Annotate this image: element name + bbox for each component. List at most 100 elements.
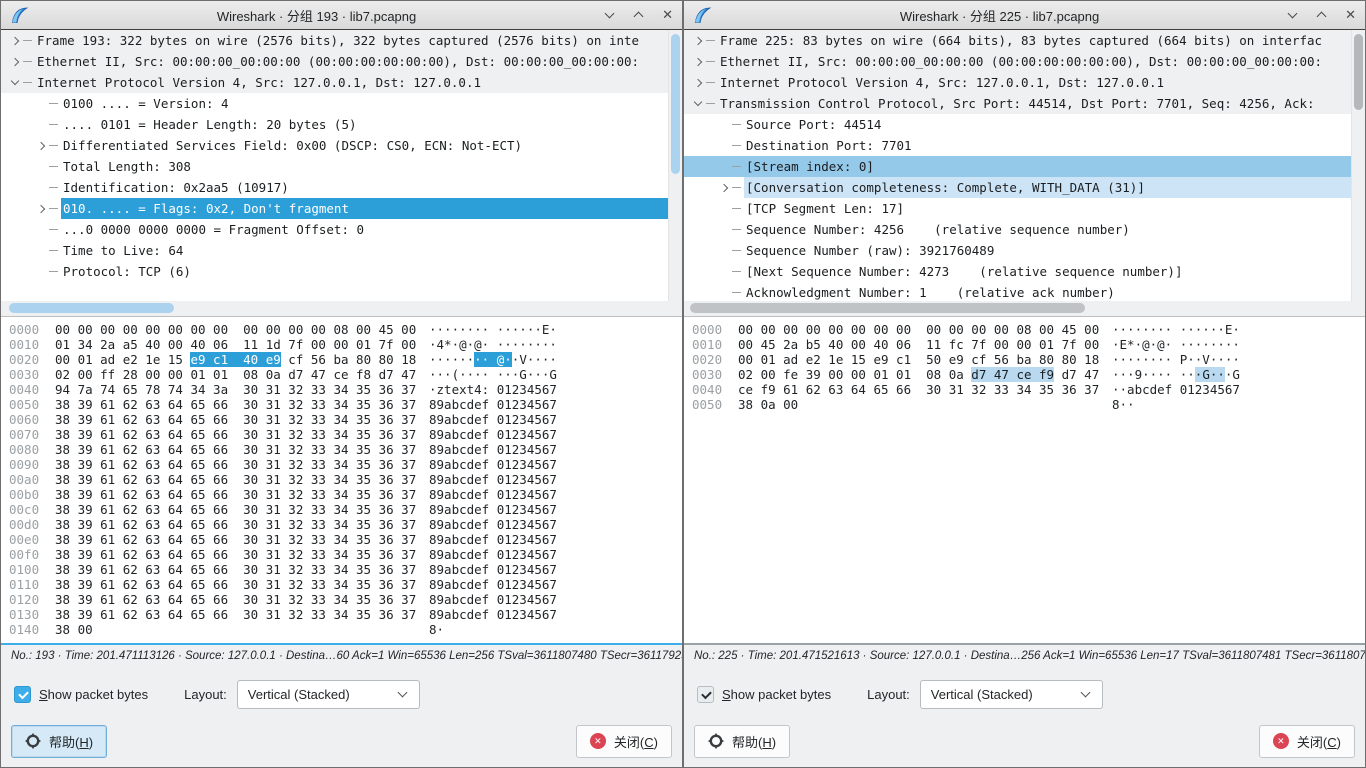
hex-row[interactable]: 005038 0a 008·· bbox=[692, 397, 1365, 412]
hex-row[interactable]: 00b038 39 61 62 63 64 65 66 30 31 32 33 … bbox=[9, 487, 682, 502]
hex-row[interactable]: 010038 39 61 62 63 64 65 66 30 31 32 33 … bbox=[9, 562, 682, 577]
show-packet-bytes-checkbox[interactable] bbox=[14, 686, 31, 703]
hex-bytes[interactable]: 02 00 ff 28 00 00 01 01 08 0a d7 47 ce f… bbox=[55, 367, 429, 382]
help-button[interactable]: 帮助(H) bbox=[11, 725, 107, 758]
hex-ascii[interactable]: 89abcdef 01234567 bbox=[429, 562, 557, 577]
chevron-down-icon[interactable] bbox=[1287, 9, 1299, 21]
hex-row[interactable]: 00f038 39 61 62 63 64 65 66 30 31 32 33 … bbox=[9, 547, 682, 562]
chevron-right-icon[interactable] bbox=[35, 135, 49, 156]
chevron-right-icon[interactable] bbox=[692, 72, 706, 93]
hex-ascii[interactable]: ···9···· ···G···G bbox=[1112, 367, 1240, 382]
hex-row[interactable]: 002000 01 ad e2 1e 15 e9 c1 40 e9 cf 56 … bbox=[9, 352, 682, 367]
chevron-right-icon[interactable] bbox=[692, 51, 706, 72]
hex-ascii[interactable]: ·4*·@·@· ········ bbox=[429, 337, 557, 352]
hex-ascii[interactable]: 8·· bbox=[1112, 397, 1135, 412]
hex-row[interactable]: 011038 39 61 62 63 64 65 66 30 31 32 33 … bbox=[9, 577, 682, 592]
hex-ascii[interactable]: ········ @··V···· bbox=[429, 352, 557, 367]
tree-row[interactable]: Differentiated Services Field: 0x00 (DSC… bbox=[1, 135, 682, 156]
hex-ascii[interactable]: 89abcdef 01234567 bbox=[429, 412, 557, 427]
chevron-down-icon[interactable] bbox=[604, 9, 616, 21]
hex-bytes[interactable]: 00 45 2a b5 40 00 40 06 11 fc 7f 00 00 0… bbox=[738, 337, 1112, 352]
hex-bytes[interactable]: 38 39 61 62 63 64 65 66 30 31 32 33 34 3… bbox=[55, 457, 429, 472]
hex-bytes[interactable]: 38 00 bbox=[55, 622, 429, 637]
hex-bytes[interactable]: 00 00 00 00 00 00 00 00 00 00 00 00 08 0… bbox=[738, 322, 1112, 337]
hex-bytes[interactable]: 38 39 61 62 63 64 65 66 30 31 32 33 34 3… bbox=[55, 412, 429, 427]
help-button[interactable]: 帮助(H) bbox=[694, 725, 790, 758]
tree-row[interactable]: ...0 0000 0000 0000 = Fragment Offset: 0 bbox=[1, 219, 682, 240]
hex-row[interactable]: 000000 00 00 00 00 00 00 00 00 00 00 00 … bbox=[692, 322, 1365, 337]
hex-ascii[interactable]: ········ ······E· bbox=[429, 322, 557, 337]
hex-ascii[interactable]: 8· bbox=[429, 622, 444, 637]
close-icon[interactable]: ✕ bbox=[1345, 9, 1356, 21]
hex-ascii[interactable]: 89abcdef 01234567 bbox=[429, 517, 557, 532]
hex-row[interactable]: 0040ce f9 61 62 63 64 65 66 30 31 32 33 … bbox=[692, 382, 1365, 397]
tree-row[interactable]: Frame 225: 83 bytes on wire (664 bits), … bbox=[684, 30, 1365, 51]
hex-ascii[interactable]: ·ztext4: 01234567 bbox=[429, 382, 557, 397]
hex-bytes[interactable]: 38 39 61 62 63 64 65 66 30 31 32 33 34 3… bbox=[55, 517, 429, 532]
chevron-right-icon[interactable] bbox=[35, 198, 49, 219]
hex-row[interactable]: 003002 00 ff 28 00 00 01 01 08 0a d7 47 … bbox=[9, 367, 682, 382]
hex-ascii[interactable]: ···(···· ···G···G bbox=[429, 367, 557, 382]
show-packet-bytes-checkbox[interactable] bbox=[697, 686, 714, 703]
tree-row[interactable]: Internet Protocol Version 4, Src: 127.0.… bbox=[684, 72, 1365, 93]
hex-ascii[interactable]: 89abcdef 01234567 bbox=[429, 607, 557, 622]
hex-row[interactable]: 001001 34 2a a5 40 00 40 06 11 1d 7f 00 … bbox=[9, 337, 682, 352]
hex-bytes[interactable]: ce f9 61 62 63 64 65 66 30 31 32 33 34 3… bbox=[738, 382, 1112, 397]
tree-horizontal-scrollbar[interactable] bbox=[684, 301, 1365, 317]
hex-row[interactable]: 00e038 39 61 62 63 64 65 66 30 31 32 33 … bbox=[9, 532, 682, 547]
tree-row[interactable]: Ethernet II, Src: 00:00:00_00:00:00 (00:… bbox=[684, 51, 1365, 72]
hex-bytes[interactable]: 38 39 61 62 63 64 65 66 30 31 32 33 34 3… bbox=[55, 607, 429, 622]
tree-row[interactable]: Acknowledgment Number: 1 (relative ack n… bbox=[684, 282, 1365, 301]
chevron-right-icon[interactable] bbox=[9, 30, 23, 51]
hex-row[interactable]: 009038 39 61 62 63 64 65 66 30 31 32 33 … bbox=[9, 457, 682, 472]
tree-row[interactable]: Ethernet II, Src: 00:00:00_00:00:00 (00:… bbox=[1, 51, 682, 72]
hex-ascii[interactable]: ·E*·@·@· ········ bbox=[1112, 337, 1240, 352]
tree-horizontal-scrollbar[interactable] bbox=[1, 301, 682, 317]
hex-bytes[interactable]: 38 39 61 62 63 64 65 66 30 31 32 33 34 3… bbox=[55, 472, 429, 487]
hex-row[interactable]: 000000 00 00 00 00 00 00 00 00 00 00 00 … bbox=[9, 322, 682, 337]
packet-detail-tree[interactable]: Frame 193: 322 bytes on wire (2576 bits)… bbox=[1, 30, 682, 301]
hex-row[interactable]: 00c038 39 61 62 63 64 65 66 30 31 32 33 … bbox=[9, 502, 682, 517]
hex-row[interactable]: 005038 39 61 62 63 64 65 66 30 31 32 33 … bbox=[9, 397, 682, 412]
hex-selected-bytes[interactable]: e9 c1 40 e9 bbox=[190, 352, 280, 367]
hex-bytes[interactable]: 01 34 2a a5 40 00 40 06 11 1d 7f 00 00 0… bbox=[55, 337, 429, 352]
tree-row[interactable]: [Conversation completeness: Complete, WI… bbox=[684, 177, 1365, 198]
tree-row[interactable]: Total Length: 308 bbox=[1, 156, 682, 177]
tree-row[interactable]: Transmission Control Protocol, Src Port:… bbox=[684, 93, 1365, 114]
tree-row[interactable]: Frame 193: 322 bytes on wire (2576 bits)… bbox=[1, 30, 682, 51]
hex-selected-ascii[interactable]: ·· @· bbox=[474, 352, 512, 367]
hex-row[interactable]: 006038 39 61 62 63 64 65 66 30 31 32 33 … bbox=[9, 412, 682, 427]
hex-row[interactable]: 002000 01 ad e2 1e 15 e9 c1 50 e9 cf 56 … bbox=[692, 352, 1365, 367]
hex-bytes[interactable]: 02 00 fe 39 00 00 01 01 08 0a d7 47 ce f… bbox=[738, 367, 1112, 382]
hex-bytes[interactable]: 38 39 61 62 63 64 65 66 30 31 32 33 34 3… bbox=[55, 427, 429, 442]
hex-bytes[interactable]: 00 00 00 00 00 00 00 00 00 00 00 00 08 0… bbox=[55, 322, 429, 337]
hex-bytes[interactable]: 00 01 ad e2 1e 15 e9 c1 40 e9 cf 56 ba 8… bbox=[55, 352, 429, 367]
hex-row[interactable]: 014038 008· bbox=[9, 622, 682, 637]
tree-vertical-scrollbar[interactable] bbox=[668, 30, 682, 301]
chevron-right-icon[interactable] bbox=[692, 30, 706, 51]
close-button[interactable]: 关闭(C) bbox=[576, 725, 672, 758]
tree-row[interactable]: Source Port: 44514 bbox=[684, 114, 1365, 135]
chevron-up-icon[interactable] bbox=[1316, 9, 1328, 21]
hex-ascii[interactable]: 89abcdef 01234567 bbox=[429, 442, 557, 457]
hex-selected-ascii[interactable]: ·G·· bbox=[1195, 367, 1225, 382]
tree-row[interactable]: Sequence Number (raw): 3921760489 bbox=[684, 240, 1365, 261]
titlebar[interactable]: Wireshark · 分组 225 · lib7.pcapng ✕ bbox=[684, 1, 1365, 30]
hex-ascii[interactable]: 89abcdef 01234567 bbox=[429, 457, 557, 472]
chevron-down-icon[interactable] bbox=[9, 72, 23, 93]
hex-bytes[interactable]: 38 39 61 62 63 64 65 66 30 31 32 33 34 3… bbox=[55, 562, 429, 577]
chevron-right-icon[interactable] bbox=[9, 51, 23, 72]
chevron-down-icon[interactable] bbox=[692, 93, 706, 114]
hex-dump[interactable]: 000000 00 00 00 00 00 00 00 00 00 00 00 … bbox=[1, 317, 682, 645]
hex-dump[interactable]: 000000 00 00 00 00 00 00 00 00 00 00 00 … bbox=[684, 317, 1365, 645]
tree-row[interactable]: [Next Sequence Number: 4273 (relative se… bbox=[684, 261, 1365, 282]
hex-ascii[interactable]: 89abcdef 01234567 bbox=[429, 532, 557, 547]
hex-row[interactable]: 007038 39 61 62 63 64 65 66 30 31 32 33 … bbox=[9, 427, 682, 442]
hex-row[interactable]: 00d038 39 61 62 63 64 65 66 30 31 32 33 … bbox=[9, 517, 682, 532]
hex-ascii[interactable]: ··abcdef 01234567 bbox=[1112, 382, 1240, 397]
tree-row[interactable]: 0100 .... = Version: 4 bbox=[1, 93, 682, 114]
hex-bytes[interactable]: 38 0a 00 bbox=[738, 397, 1112, 412]
hex-row[interactable]: 00a038 39 61 62 63 64 65 66 30 31 32 33 … bbox=[9, 472, 682, 487]
hex-bytes[interactable]: 38 39 61 62 63 64 65 66 30 31 32 33 34 3… bbox=[55, 487, 429, 502]
hex-ascii[interactable]: 89abcdef 01234567 bbox=[429, 592, 557, 607]
